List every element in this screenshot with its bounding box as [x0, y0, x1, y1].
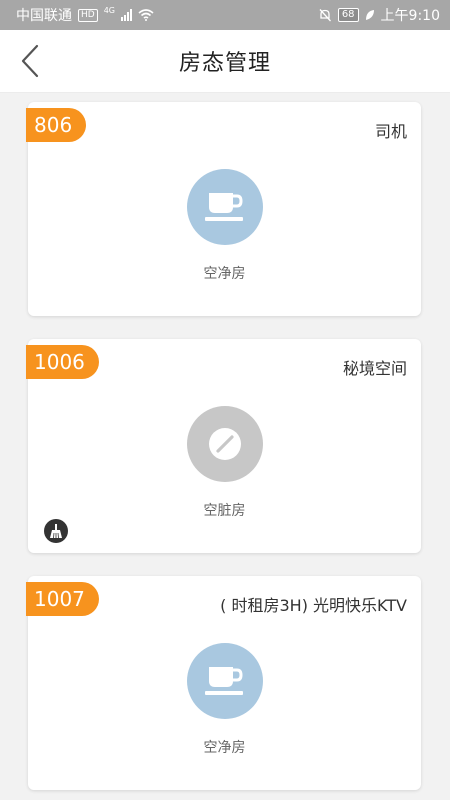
clock: 上午9:10 [380, 8, 440, 24]
room-card[interactable]: 806 司机 空净房 [26, 102, 421, 316]
wifi-icon [138, 9, 154, 21]
battery-level: 68 [337, 8, 359, 22]
status-bar-left: 中国联通 HD 4G [16, 5, 154, 25]
leaf-icon [365, 10, 374, 20]
chevron-left-icon [21, 44, 39, 78]
mute-bell-icon [319, 9, 331, 22]
status-bar-right: 68 上午9:10 [318, 5, 440, 25]
signal-icon [121, 9, 132, 21]
room-number-badge: 806 [26, 108, 87, 142]
status-bar: 中国联通 HD 4G 68 上午9:10 [0, 0, 450, 30]
coffee-cup-icon [186, 643, 263, 719]
room-number-badge: 1007 [26, 582, 99, 616]
room-status: 空净房 [28, 643, 421, 757]
room-number-badge: 1006 [26, 345, 99, 379]
room-card[interactable]: 1007 ( 时租房3H) 光明快乐KTV 空净房 [26, 576, 421, 790]
room-status-label: 空净房 [203, 266, 246, 282]
page-title: 房态管理 [178, 51, 271, 76]
network-type: 4G [103, 5, 115, 15]
carrier-name: 中国联通 [16, 8, 72, 24]
room-status-label: 空净房 [203, 740, 246, 756]
hd-badge: HD [78, 8, 98, 22]
app-header: 房态管理 [0, 30, 450, 93]
room-status-label: 空脏房 [203, 503, 246, 519]
room-card[interactable]: 1006 秘境空间 空脏房 [26, 339, 421, 553]
room-guest-name: 秘境空间 [342, 359, 407, 378]
room-status: 空净房 [28, 169, 421, 283]
back-button[interactable] [14, 43, 46, 79]
room-guest-name: 司机 [374, 122, 407, 141]
coffee-cup-icon [186, 169, 263, 245]
cleaning-brush-icon[interactable] [44, 519, 68, 543]
room-status: 空脏房 [28, 406, 421, 520]
room-guest-name: ( 时租房3H) 光明快乐KTV [220, 596, 407, 615]
slash-icon [186, 406, 263, 482]
